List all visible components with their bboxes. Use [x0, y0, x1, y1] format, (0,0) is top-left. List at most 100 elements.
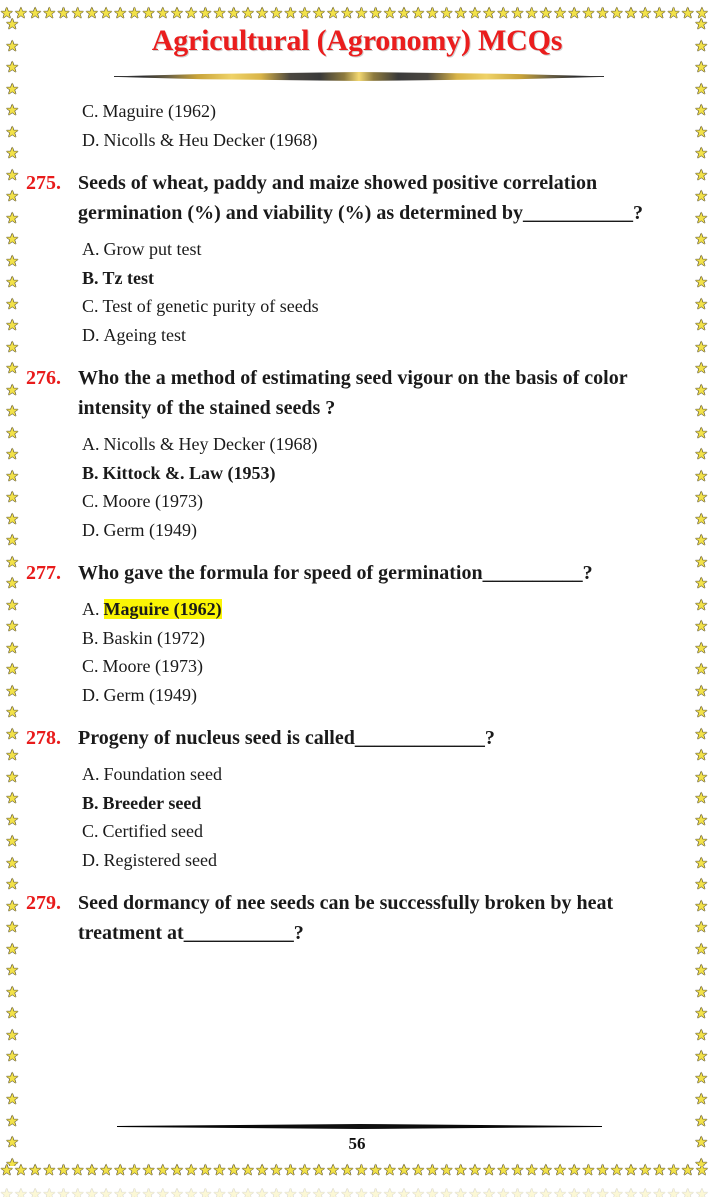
- star-icon: ★: [241, 4, 255, 22]
- star-icon: ★: [14, 1188, 28, 1197]
- star-icon: ★: [496, 4, 511, 22]
- star-icon: ★: [694, 638, 708, 657]
- star-icon: ★: [454, 4, 468, 22]
- star-icon: ★: [5, 552, 19, 571]
- option-text: Ageing test: [103, 324, 187, 345]
- star-icon: ★: [5, 982, 19, 1001]
- star-icon: ★: [397, 1161, 411, 1179]
- star-icon: ★: [694, 982, 708, 1001]
- spindle-ornament-icon: [114, 72, 604, 81]
- list-item: D. Germ (1949): [82, 516, 692, 545]
- star-icon: ★: [141, 4, 156, 22]
- star-icon: ★: [5, 165, 19, 184]
- star-icon: ★: [624, 1161, 638, 1179]
- list-item: D. Registered seed: [82, 846, 692, 875]
- star-icon: ★: [694, 380, 708, 399]
- list-item: A. Grow put test: [82, 235, 692, 264]
- star-icon: ★: [70, 1161, 85, 1179]
- star-icon: ★: [496, 1161, 511, 1179]
- star-icon: ★: [581, 1161, 596, 1179]
- star-icon: ★: [5, 1090, 19, 1108]
- star-icon: ★: [5, 896, 19, 915]
- star-icon: ★: [70, 1188, 85, 1197]
- star-icon: ★: [694, 810, 708, 829]
- star-icon: ★: [539, 1188, 553, 1197]
- star-icon: ★: [539, 1161, 553, 1179]
- option-label: C.: [82, 101, 99, 121]
- star-icon: ★: [42, 1188, 57, 1197]
- star-icon: ★: [326, 1188, 340, 1197]
- question-block: 276. Who the a method of estimating seed…: [22, 363, 692, 544]
- star-icon: ★: [56, 1188, 71, 1197]
- star-icon: ★: [312, 1188, 326, 1197]
- star-icon: ★: [694, 230, 708, 248]
- star-icon: ★: [694, 251, 708, 270]
- star-icon: ★: [694, 445, 708, 463]
- star-icon: ★: [255, 1188, 269, 1197]
- star-icon: ★: [694, 294, 708, 313]
- star-icon: ★: [326, 4, 340, 22]
- star-icon: ★: [5, 617, 19, 635]
- option-label: B.: [82, 792, 99, 813]
- star-icon: ★: [652, 1188, 667, 1197]
- option-text: Kittock &. Law (1953): [102, 462, 276, 483]
- star-icon: ★: [694, 273, 708, 291]
- star-icon: ★: [510, 1188, 525, 1197]
- list-item: A. Nicolls & Hey Decker (1968): [82, 430, 692, 459]
- star-icon: ★: [468, 1188, 482, 1197]
- star-icon: ★: [5, 466, 19, 485]
- star-icon: ★: [694, 875, 708, 893]
- document-page: ★ ★ ★ ★ ★ ★ ★ ★ ★ ★ ★ ★ ★ ★ ★ ★ ★ ★ ★ ★ ★ ★ ★ ★ ★ ★ ★ ★ ★ ★ ★ ★ ★ ★ ★ ★ ★ ★ ★ ★…: [0, 0, 715, 1197]
- star-icon: ★: [695, 1188, 709, 1197]
- star-icon: ★: [127, 4, 142, 22]
- star-icon: ★: [5, 337, 19, 356]
- star-icon: ★: [5, 918, 19, 936]
- star-icon: ★: [5, 1068, 19, 1087]
- option-text: Certified seed: [102, 821, 203, 841]
- star-icon: ★: [28, 4, 42, 22]
- star-icon: ★: [70, 4, 85, 22]
- list-item-correct-answer: B. Tz test: [82, 264, 692, 293]
- star-icon: ★: [553, 4, 567, 22]
- star-icon: ★: [227, 4, 241, 22]
- list-item: C. Test of genetic purity of seeds: [82, 292, 692, 321]
- star-icon: ★: [694, 574, 708, 592]
- star-icon: ★: [482, 1161, 496, 1179]
- star-icon: ★: [694, 423, 708, 442]
- option-text: Moore (1973): [102, 491, 203, 511]
- star-icon: ★: [5, 423, 19, 442]
- star-icon: ★: [524, 1161, 539, 1179]
- star-icon: ★: [28, 1161, 42, 1179]
- star-icon: ★: [694, 58, 708, 76]
- star-icon: ★: [411, 4, 425, 22]
- star-icon: ★: [99, 1188, 113, 1197]
- star-icon: ★: [297, 1188, 312, 1197]
- star-icon: ★: [340, 1188, 354, 1197]
- star-icon: ★: [28, 1188, 42, 1197]
- star-icon: ★: [127, 1161, 142, 1179]
- question-text: Who the a method of estimating seed vigo…: [78, 367, 628, 419]
- list-item: D. Germ (1949): [82, 681, 692, 710]
- star-icon: ★: [694, 789, 708, 807]
- option-label: C.: [82, 491, 99, 511]
- option-text: Tz test: [102, 267, 154, 288]
- list-item: D. Nicolls & Heu Decker (1968): [82, 126, 692, 155]
- star-icon: ★: [170, 1161, 184, 1179]
- star-icon: ★: [5, 1025, 19, 1044]
- star-icon: ★: [694, 316, 708, 334]
- star-icon: ★: [567, 1161, 581, 1179]
- star-icon: ★: [694, 79, 708, 98]
- star-icon: ★: [99, 1161, 113, 1179]
- star-icon: ★: [5, 810, 19, 829]
- option-label: A.: [82, 764, 100, 784]
- star-icon: ★: [454, 1188, 468, 1197]
- option-text: Germ (1949): [103, 519, 197, 540]
- star-icon: ★: [694, 1133, 708, 1151]
- option-text: Germ (1949): [103, 684, 197, 705]
- star-icon: ★: [5, 251, 19, 270]
- star-icon: ★: [5, 875, 19, 893]
- star-icon: ★: [354, 1188, 369, 1197]
- star-icon: ★: [681, 1188, 695, 1197]
- star-icon: ★: [694, 918, 708, 936]
- star-icon: ★: [610, 4, 624, 22]
